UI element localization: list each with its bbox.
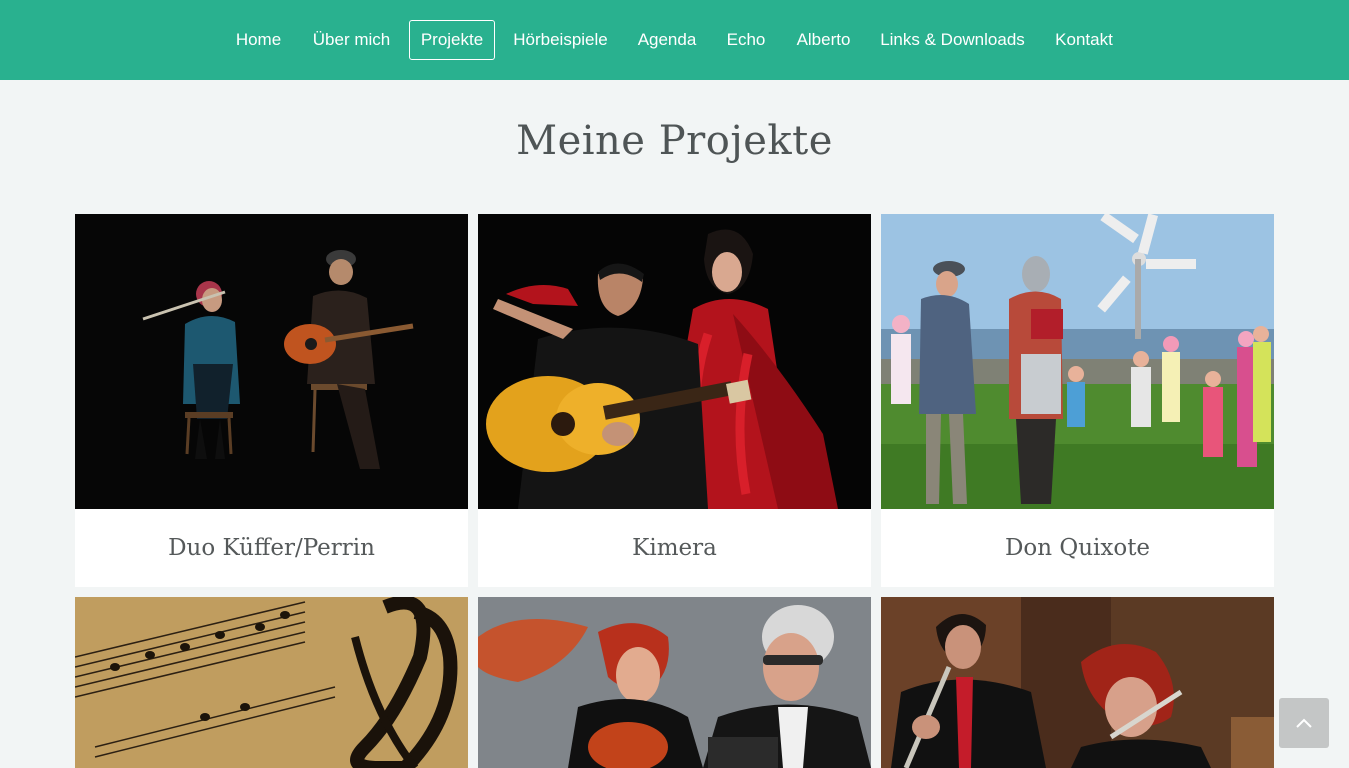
project-image-don-quixote xyxy=(881,214,1274,509)
nav-audio-samples[interactable]: Hörbeispiele xyxy=(503,20,618,60)
nav-links-downloads[interactable]: Links & Downloads xyxy=(871,20,1034,60)
project-card-4[interactable] xyxy=(75,597,468,768)
nav-agenda[interactable]: Agenda xyxy=(627,20,707,60)
nav-echo[interactable]: Echo xyxy=(716,20,776,60)
project-title: Duo Küffer/Perrin xyxy=(168,535,375,561)
project-card-don-quixote[interactable]: Don Quixote xyxy=(881,214,1274,587)
project-image-accordion-duo xyxy=(478,597,871,768)
project-card-5[interactable] xyxy=(478,597,871,768)
page-title: Meine Projekte xyxy=(516,118,833,164)
project-card-kimera[interactable]: Kimera xyxy=(478,214,871,587)
project-card-6[interactable] xyxy=(881,597,1274,768)
nav-home[interactable]: Home xyxy=(224,20,293,60)
top-navigation: Home Über mich Projekte Hörbeispiele Age… xyxy=(0,0,1349,80)
project-image-flute-duo xyxy=(881,597,1274,768)
nav-about[interactable]: Über mich xyxy=(302,20,401,60)
back-to-top-button[interactable] xyxy=(1279,698,1329,748)
project-title: Don Quixote xyxy=(1004,535,1151,561)
project-title: Kimera xyxy=(632,535,717,561)
project-image-sheet-music xyxy=(75,597,468,768)
project-image-duo xyxy=(75,214,468,509)
project-card-duo[interactable]: Duo Küffer/Perrin xyxy=(75,214,468,587)
nav-projects[interactable]: Projekte xyxy=(409,20,495,60)
project-image-kimera xyxy=(478,214,871,509)
nav-contact[interactable]: Kontakt xyxy=(1043,20,1125,60)
chevron-up-icon xyxy=(1296,718,1312,728)
nav-alberto[interactable]: Alberto xyxy=(785,20,862,60)
